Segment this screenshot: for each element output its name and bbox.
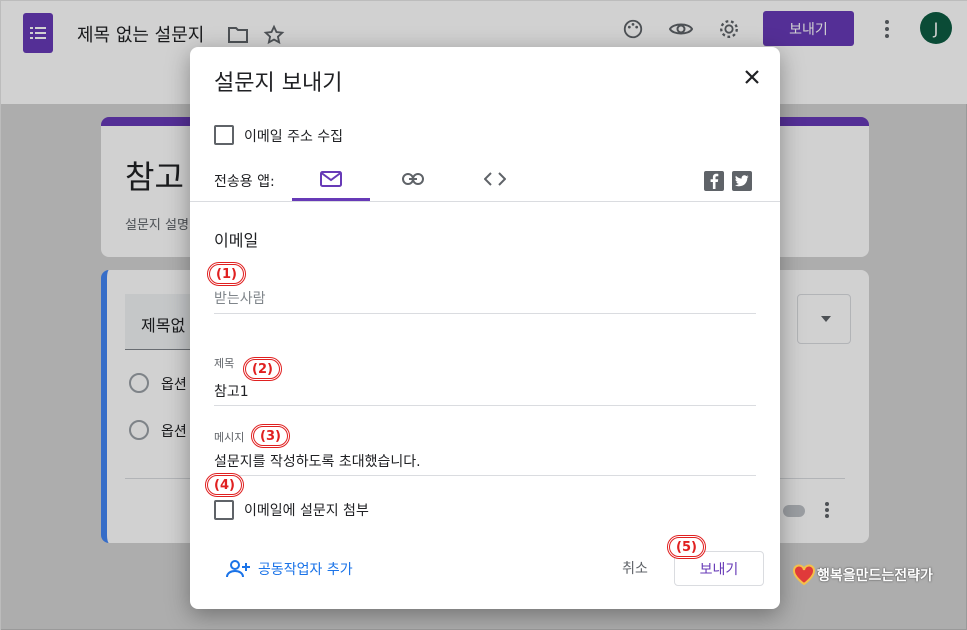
blog-watermark: 행복을만드는전략가 bbox=[793, 564, 933, 586]
collect-emails-checkbox[interactable] bbox=[214, 125, 234, 145]
annotation-marker-1: (1) bbox=[207, 262, 246, 286]
message-input[interactable] bbox=[214, 451, 756, 471]
mail-icon bbox=[320, 171, 342, 187]
tab-embed[interactable] bbox=[456, 157, 534, 201]
message-label: 메시지 bbox=[214, 431, 245, 444]
tab-email[interactable] bbox=[292, 157, 370, 201]
watermark-text: 행복을만드는전략가 bbox=[817, 568, 933, 584]
annotation-marker-2: (2) bbox=[243, 357, 282, 381]
send-via-label: 전송용 앱: bbox=[214, 174, 275, 190]
send-form-dialog: 설문지 보내기 이메일 주소 수집 전송용 앱: 이메일 제목 메시지 이메일에… bbox=[190, 47, 780, 609]
tab-link[interactable] bbox=[374, 157, 452, 201]
include-form-checkbox[interactable] bbox=[214, 500, 234, 520]
message-underline bbox=[214, 475, 756, 476]
add-collaborators-label: 공동작업자 추가 bbox=[258, 562, 353, 578]
code-icon bbox=[484, 172, 506, 186]
collect-emails-label[interactable]: 이메일 주소 수집 bbox=[244, 126, 343, 146]
message-field: 메시지 bbox=[214, 429, 756, 477]
dialog-title: 설문지 보내기 bbox=[214, 71, 343, 96]
heart-logo-icon bbox=[793, 564, 815, 586]
facebook-share-icon[interactable] bbox=[704, 171, 724, 191]
annotation-marker-3: (3) bbox=[251, 424, 290, 448]
subject-label: 제목 bbox=[214, 357, 235, 370]
person-add-icon bbox=[226, 560, 250, 578]
add-collaborators-button[interactable]: 공동작업자 추가 bbox=[226, 559, 353, 579]
subject-input[interactable] bbox=[214, 381, 756, 401]
annotation-marker-5: (5) bbox=[667, 535, 706, 559]
cancel-button[interactable]: 취소 bbox=[610, 551, 660, 585]
link-icon bbox=[402, 173, 424, 185]
twitter-share-icon[interactable] bbox=[732, 171, 752, 191]
to-input[interactable] bbox=[214, 289, 756, 309]
email-section-heading: 이메일 bbox=[214, 231, 259, 250]
annotation-marker-4: (4) bbox=[205, 473, 244, 497]
include-form-label[interactable]: 이메일에 설문지 첨부 bbox=[244, 500, 369, 520]
tabs-divider bbox=[190, 201, 780, 202]
to-field bbox=[214, 287, 756, 315]
close-icon[interactable] bbox=[740, 65, 764, 89]
subject-field: 제목 bbox=[214, 355, 756, 407]
to-underline bbox=[214, 313, 756, 314]
subject-underline bbox=[214, 405, 756, 406]
